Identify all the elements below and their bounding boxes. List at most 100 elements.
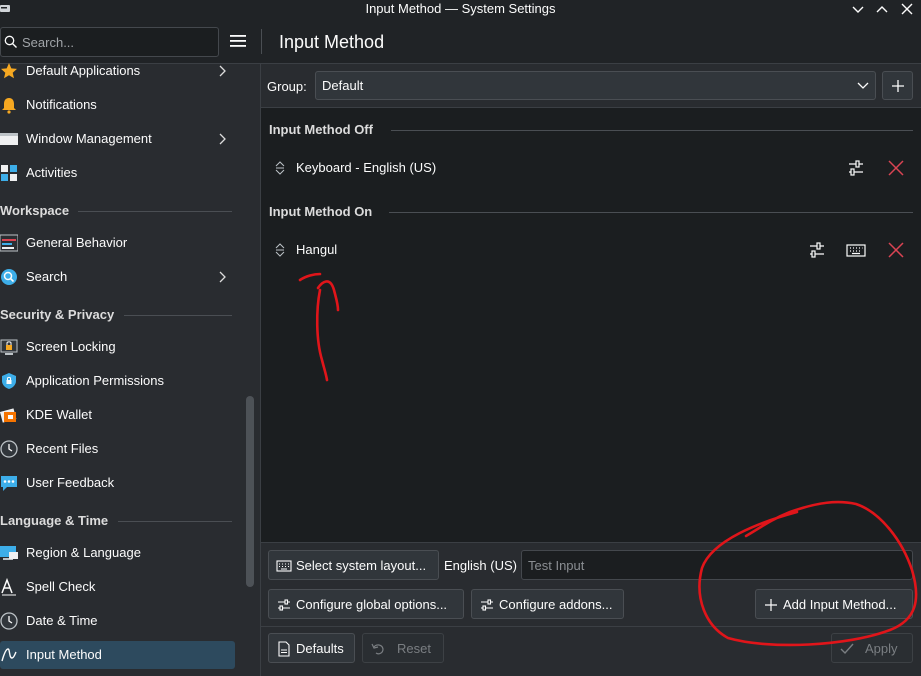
search-icon: [4, 35, 18, 49]
chevron-right-icon: [218, 271, 228, 283]
star-icon: [0, 62, 18, 80]
configure-icon: [276, 597, 292, 613]
keyboard-icon[interactable]: [846, 240, 866, 260]
section-divider: [389, 212, 913, 213]
sidebar-item-default-applications[interactable]: Default Applications: [0, 57, 235, 85]
window-icon: [0, 130, 18, 148]
section-header-security: Security & Privacy: [0, 305, 232, 325]
footer: Defaults Reset Apply: [261, 626, 921, 676]
remove-icon[interactable]: [886, 158, 906, 178]
chevron-right-icon: [218, 133, 228, 145]
list-item: Keyboard - English (US): [269, 152, 913, 184]
minimize-button[interactable]: [850, 1, 866, 17]
category-header-on: Input Method On: [269, 202, 913, 222]
spell-check-icon: [0, 578, 18, 596]
input-method-icon: [0, 646, 18, 664]
sidebar-item-label: Spell Check: [26, 579, 96, 594]
group-select-value: Default: [322, 78, 364, 93]
maximize-button[interactable]: [874, 1, 890, 17]
remove-icon[interactable]: [886, 240, 906, 260]
sidebar-item-activities[interactable]: Activities: [0, 159, 235, 187]
sidebar-item-label: Window Management: [26, 131, 152, 146]
checkmark-icon: [839, 641, 855, 657]
sidebar-item-date-time[interactable]: Date & Time: [0, 607, 235, 635]
main-panel: Group: Default Input Method Off Keyboard…: [261, 64, 921, 676]
shield-icon: [0, 372, 18, 390]
sidebar-item-kde-wallet[interactable]: KDE Wallet: [0, 401, 235, 429]
input-method-label: Keyboard - English (US): [296, 160, 437, 175]
sidebar-item-region-language[interactable]: Region & Language: [0, 539, 235, 567]
search-icon: [0, 268, 18, 286]
general-behavior-icon: [0, 234, 18, 252]
sidebar-item-label: Default Applications: [26, 63, 141, 78]
search-input[interactable]: [22, 32, 212, 52]
sidebar-item-input-method[interactable]: Input Method: [0, 641, 235, 669]
sidebar-item-search[interactable]: Search: [0, 263, 235, 291]
bottom-toolbar: Select system layout... English (US) Con…: [261, 542, 921, 626]
keyboard-icon: [276, 558, 292, 574]
section-header-language: Language & Time: [0, 511, 232, 531]
sidebar-item-label: General Behavior: [26, 235, 128, 250]
configure-global-options-button[interactable]: Configure global options...: [268, 589, 464, 619]
sidebar-item-general-behavior[interactable]: General Behavior: [0, 229, 235, 257]
search-field[interactable]: [0, 27, 219, 57]
undo-icon: [370, 641, 386, 657]
sidebar-item-label: Region & Language: [26, 545, 141, 560]
sidebar-item-label: Input Method: [26, 647, 102, 662]
clock-icon: [0, 612, 18, 630]
plus-icon: [763, 597, 779, 613]
sidebar-item-label: Recent Files: [26, 441, 99, 456]
drag-handle-icon[interactable]: [275, 161, 285, 175]
sidebar-item-label: Application Permissions: [26, 373, 165, 388]
configure-icon: [479, 597, 495, 613]
hamburger-menu-icon[interactable]: [229, 33, 247, 49]
input-method-list: Input Method Off Keyboard - English (US)…: [261, 108, 921, 542]
defaults-button[interactable]: Defaults: [268, 633, 355, 663]
header-divider: [261, 29, 262, 54]
configure-icon[interactable]: [846, 158, 866, 178]
section-divider: [391, 130, 913, 131]
test-input[interactable]: [528, 556, 898, 574]
chevron-down-icon: [857, 81, 869, 91]
configure-icon[interactable]: [807, 240, 827, 260]
page-title: Input Method: [279, 32, 385, 52]
bell-icon: [0, 96, 18, 114]
sidebar-item-label: Screen Locking: [26, 339, 116, 354]
add-group-button[interactable]: [882, 71, 913, 100]
wallet-icon: [0, 406, 18, 424]
close-window-button[interactable]: [899, 1, 915, 17]
chevron-right-icon: [218, 65, 228, 77]
title-bar: Input Method — System Settings: [0, 0, 921, 19]
sidebar-item-window-management[interactable]: Window Management: [0, 125, 235, 153]
list-item: Hangul: [269, 234, 913, 266]
apply-button[interactable]: Apply: [831, 633, 913, 663]
sidebar-item-label: KDE Wallet: [26, 407, 92, 422]
plus-icon: [892, 80, 904, 92]
configure-addons-button[interactable]: Configure addons...: [471, 589, 624, 619]
drag-handle-icon[interactable]: [275, 243, 285, 257]
feedback-icon: [0, 474, 18, 492]
sidebar-item-user-feedback[interactable]: User Feedback: [0, 469, 235, 497]
sidebar-item-recent-files[interactable]: Recent Files: [0, 435, 235, 463]
add-input-method-button[interactable]: Add Input Method...: [755, 589, 913, 619]
sidebar-item-label: Search: [26, 269, 68, 284]
test-input-field[interactable]: [521, 550, 913, 580]
select-system-layout-button[interactable]: Select system layout...: [268, 550, 439, 580]
group-row: Group: Default: [261, 64, 921, 108]
group-select[interactable]: Default: [315, 71, 876, 100]
section-divider: [118, 521, 232, 522]
window-title: Input Method — System Settings: [365, 1, 556, 16]
screen-lock-icon: [0, 338, 18, 356]
sidebar-item-screen-locking[interactable]: Screen Locking: [0, 333, 235, 361]
group-label: Group:: [267, 79, 307, 94]
input-method-label: Hangul: [296, 242, 338, 257]
sidebar-scrollbar-thumb[interactable]: [246, 396, 254, 587]
clock-icon: [0, 440, 18, 458]
section-divider: [78, 211, 232, 212]
sidebar-item-application-permissions[interactable]: Application Permissions: [0, 367, 235, 395]
reset-button[interactable]: Reset: [362, 633, 444, 663]
sidebar-item-label: Activities: [26, 165, 78, 180]
sidebar-item-spell-check[interactable]: Spell Check: [0, 573, 235, 601]
section-header-workspace: Workspace: [0, 201, 232, 221]
sidebar-item-notifications[interactable]: Notifications: [0, 91, 235, 119]
